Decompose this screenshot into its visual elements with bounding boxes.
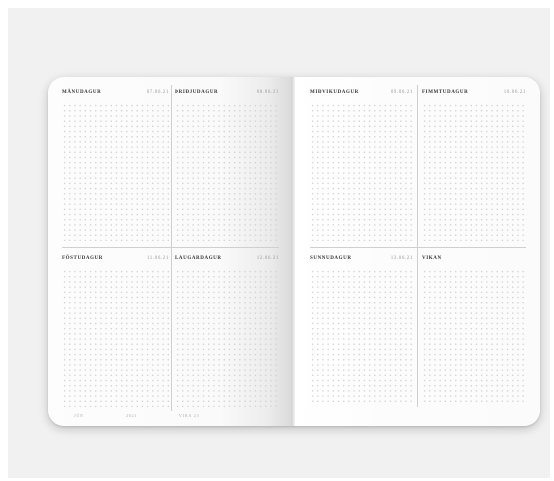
week-notes-cell: VIKAN [422, 251, 526, 406]
day-name: SUNNUDAGUR [310, 255, 352, 261]
day-name: ÞRIÐJUDAGUR [175, 89, 219, 95]
day-cell-thursday: FIMMTUDAGUR 10.06.21 [422, 85, 526, 245]
footer-month: JÚN [74, 413, 84, 418]
day-date: 12.06.21 [256, 255, 279, 261]
footer-week: VIKA 23 [179, 413, 200, 418]
day-cell-saturday: LAUGARDAGUR 12.06.21 [175, 251, 279, 411]
day-cell-tuesday: ÞRIÐJUDAGUR 08.06.21 [175, 85, 279, 245]
dot-grid [175, 103, 279, 241]
footer-year: 2021 [126, 413, 138, 418]
planner-spread: MÅNUDAGUR 07.06.21 ÞRIÐJUDAGUR 08.06.21 FÖ… [48, 77, 540, 426]
product-backdrop: MÅNUDAGUR 07.06.21 ÞRIÐJUDAGUR 08.06.21 FÖ… [8, 8, 550, 478]
day-cell-monday: MÅNUDAGUR 07.06.21 [62, 85, 169, 245]
dot-grid [422, 103, 526, 241]
dot-grid [62, 103, 169, 241]
day-date: 11.06.21 [146, 255, 169, 261]
day-date: 07.06.21 [146, 89, 169, 95]
day-name: VIKAN [422, 255, 442, 261]
dot-grid [62, 269, 169, 407]
day-name: MÅNUDAGUR [62, 89, 102, 95]
day-name: FÖSTUDAGUR [62, 255, 104, 261]
dot-grid [310, 103, 413, 241]
day-name: MIÐVIKUDAGUR [310, 89, 359, 95]
day-name: FIMMTUDAGUR [422, 89, 469, 95]
right-column-divider [417, 85, 418, 407]
dot-grid [175, 269, 279, 407]
day-date: 08.06.21 [256, 89, 279, 95]
dot-grid [310, 269, 413, 402]
day-cell-friday: FÖSTUDAGUR 11.06.21 [62, 251, 169, 411]
day-date: 13.06.21 [390, 255, 413, 261]
spine-shadow [291, 77, 295, 426]
day-name: LAUGARDAGUR [175, 255, 222, 261]
day-cell-wednesday: MIÐVIKUDAGUR 09.06.21 [310, 85, 413, 245]
day-date: 10.06.21 [503, 89, 526, 95]
dot-grid [422, 269, 526, 402]
left-column-divider [171, 85, 172, 411]
left-row-divider [62, 247, 279, 248]
right-row-divider [310, 247, 526, 248]
day-cell-sunday: SUNNUDAGUR 13.06.21 [310, 251, 413, 406]
day-date: 09.06.21 [390, 89, 413, 95]
